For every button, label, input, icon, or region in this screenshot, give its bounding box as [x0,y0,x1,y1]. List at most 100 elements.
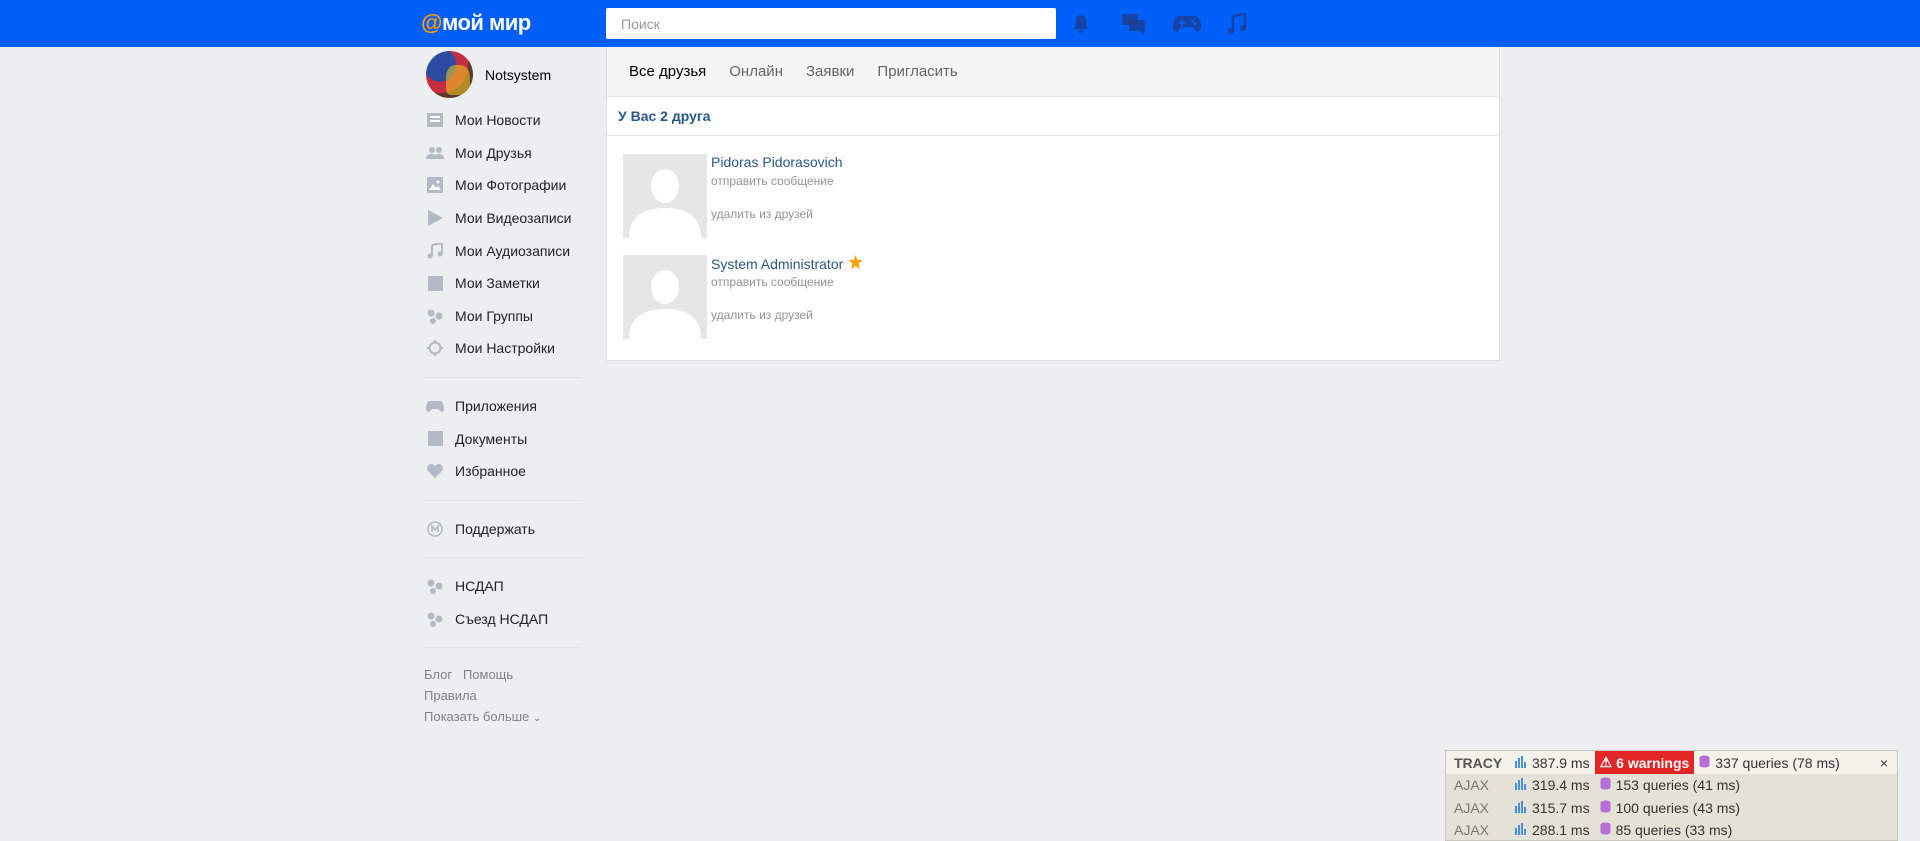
tracy-warnings: 6 warnings [1616,754,1690,771]
tracy-queries-panel[interactable]: 153 queries (41 ms) [1595,774,1746,797]
profile-link[interactable]: Notsystem [426,51,551,98]
bar-chart-icon [1515,800,1527,816]
ajax-label: AJAX [1454,822,1490,839]
tracy-main-row: TRACY 387.9 ms ⚠ 6 warnings 337 queries (… [1446,751,1897,774]
nav-label: Мои Аудиозаписи [455,242,571,259]
nav-label: Избранное [455,463,526,480]
tracy-debug-bar: TRACY 387.9 ms ⚠ 6 warnings 337 queries (… [1445,750,1898,841]
tracy-time: 387.9 ms [1532,754,1590,771]
nav-item-group-nsdap[interactable]: НСДАП [426,570,586,603]
tracy-time-panel[interactable]: 315.7 ms [1510,797,1595,820]
friends-icon [426,144,444,162]
messages-icon[interactable] [1120,10,1148,38]
left-nav: Мои Новости Мои Друзья Мои Фотографии Мо… [424,104,586,660]
nav-item-apps[interactable]: Приложения [426,390,586,423]
heart-icon [426,462,444,480]
tab-online[interactable]: Онлайн [729,63,783,80]
database-icon [1600,822,1611,838]
tab-requests[interactable]: Заявки [806,63,854,80]
bar-chart-icon [1515,777,1527,793]
nav-label: Приложения [455,398,537,415]
profile-name[interactable]: Notsystem [485,67,551,83]
friend-name[interactable]: System Administrator [711,255,864,272]
tracy-warnings-panel[interactable]: ⚠ 6 warnings [1594,751,1695,774]
ajax-time: 288.1 ms [1532,822,1590,839]
remove-friend-link[interactable]: удалить из друзей [711,308,813,322]
nav-label: Съезд НСДАП [455,611,549,628]
blog-link[interactable]: Блог [424,667,452,682]
settings-icon [426,339,444,357]
nav-item-news[interactable]: Мои Новости [426,104,586,137]
friends-panel: Все друзья Онлайн Заявки Пригласить У Ва… [606,47,1500,361]
nav-item-videos[interactable]: Мои Видеозаписи [426,202,586,235]
tracy-time-panel[interactable]: 319.4 ms [1510,774,1595,797]
apps-icon [426,397,444,415]
friends-tabs: Все друзья Онлайн Заявки Пригласить [607,47,1499,97]
tracy-queries-panel[interactable]: 100 queries (43 ms) [1595,797,1746,820]
send-message-link[interactable]: отправить сообщение [711,275,834,289]
group-icon [426,577,444,595]
ajax-label: AJAX [1454,777,1490,794]
bell-icon[interactable] [1067,10,1095,38]
nav-item-photos[interactable]: Мои Фотографии [426,169,586,202]
tracy-ajax-row: AJAX 319.4 ms 153 queries (41 ms) [1446,774,1897,797]
nav-item-groups[interactable]: Мои Группы [426,300,586,333]
search-input[interactable] [606,8,1056,39]
top-header: @мой мир [0,0,1920,47]
send-message-link[interactable]: отправить сообщение [711,174,834,188]
friend-name-text: Pidoras Pidorasovich [711,154,843,170]
tab-invite[interactable]: Пригласить [877,63,957,80]
nav-divider [424,499,582,501]
photo-icon [426,176,444,194]
tracy-logo[interactable]: TRACY [1446,751,1510,774]
database-icon [1699,755,1710,771]
tracy-queries-panel[interactable]: 337 queries (78 ms) [1694,751,1845,774]
ajax-queries: 100 queries (43 ms) [1615,799,1741,816]
rules-link[interactable]: Правила [424,688,477,703]
show-more-link[interactable]: Показать больше [424,709,529,724]
nav-item-settings[interactable]: Мои Настройки [426,332,586,365]
friend-name[interactable]: Pidoras Pidorasovich [711,154,843,170]
tracy-ajax-row: AJAX 315.7 ms 100 queries (43 ms) [1446,797,1897,820]
nav-divider [424,647,582,649]
nav-item-documents[interactable]: Документы [426,422,586,455]
avatar[interactable] [426,51,473,98]
nav-item-support[interactable]: Поддержать [426,513,586,546]
friend-photo[interactable] [623,255,707,339]
video-icon [426,209,444,227]
nav-label: Мои Группы [455,307,533,324]
nav-item-group-congress[interactable]: Съезд НСДАП [426,603,586,636]
tracy-ajax-row: AJAX 288.1 ms 85 queries (33 ms) [1446,819,1897,841]
tracy-time-panel[interactable]: 387.9 ms [1510,751,1595,774]
bar-chart-icon [1515,755,1527,771]
gamepad-icon[interactable] [1171,10,1203,38]
remove-friend-link[interactable]: удалить из друзей [711,207,813,221]
database-icon [1600,777,1611,793]
tracy-queries-panel[interactable]: 85 queries (33 ms) [1595,819,1738,841]
help-link[interactable]: Помощь [463,667,513,682]
tracy-time-panel[interactable]: 288.1 ms [1510,819,1595,841]
music-icon[interactable] [1223,10,1251,38]
ajax-time: 315.7 ms [1532,799,1590,816]
nav-item-notes[interactable]: Мои Заметки [426,267,586,300]
warning-icon: ⚠ [1599,754,1613,770]
ajax-label: AJAX [1454,799,1490,816]
nav-label: Мои Новости [455,112,541,129]
nav-item-friends[interactable]: Мои Друзья [426,137,586,170]
tab-all-friends[interactable]: Все друзья [629,63,706,80]
bar-chart-icon [1515,822,1527,838]
close-icon[interactable]: × [1871,755,1897,771]
nav-label: Мои Заметки [455,275,540,292]
nav-label: Мои Друзья [455,144,532,161]
nav-label: Мои Фотографии [455,177,567,194]
nav-item-audio[interactable]: Мои Аудиозаписи [426,234,586,267]
nav-item-favorites[interactable]: Избранное [426,455,586,488]
star-icon [848,255,864,272]
group-icon [426,610,444,628]
audio-icon [426,242,444,260]
friend-photo[interactable] [623,154,707,238]
nav-label: Документы [455,430,528,447]
logo[interactable]: @мой мир [421,10,531,36]
chevron-down-icon[interactable]: ⌄ [533,713,541,724]
notes-icon [426,274,444,292]
